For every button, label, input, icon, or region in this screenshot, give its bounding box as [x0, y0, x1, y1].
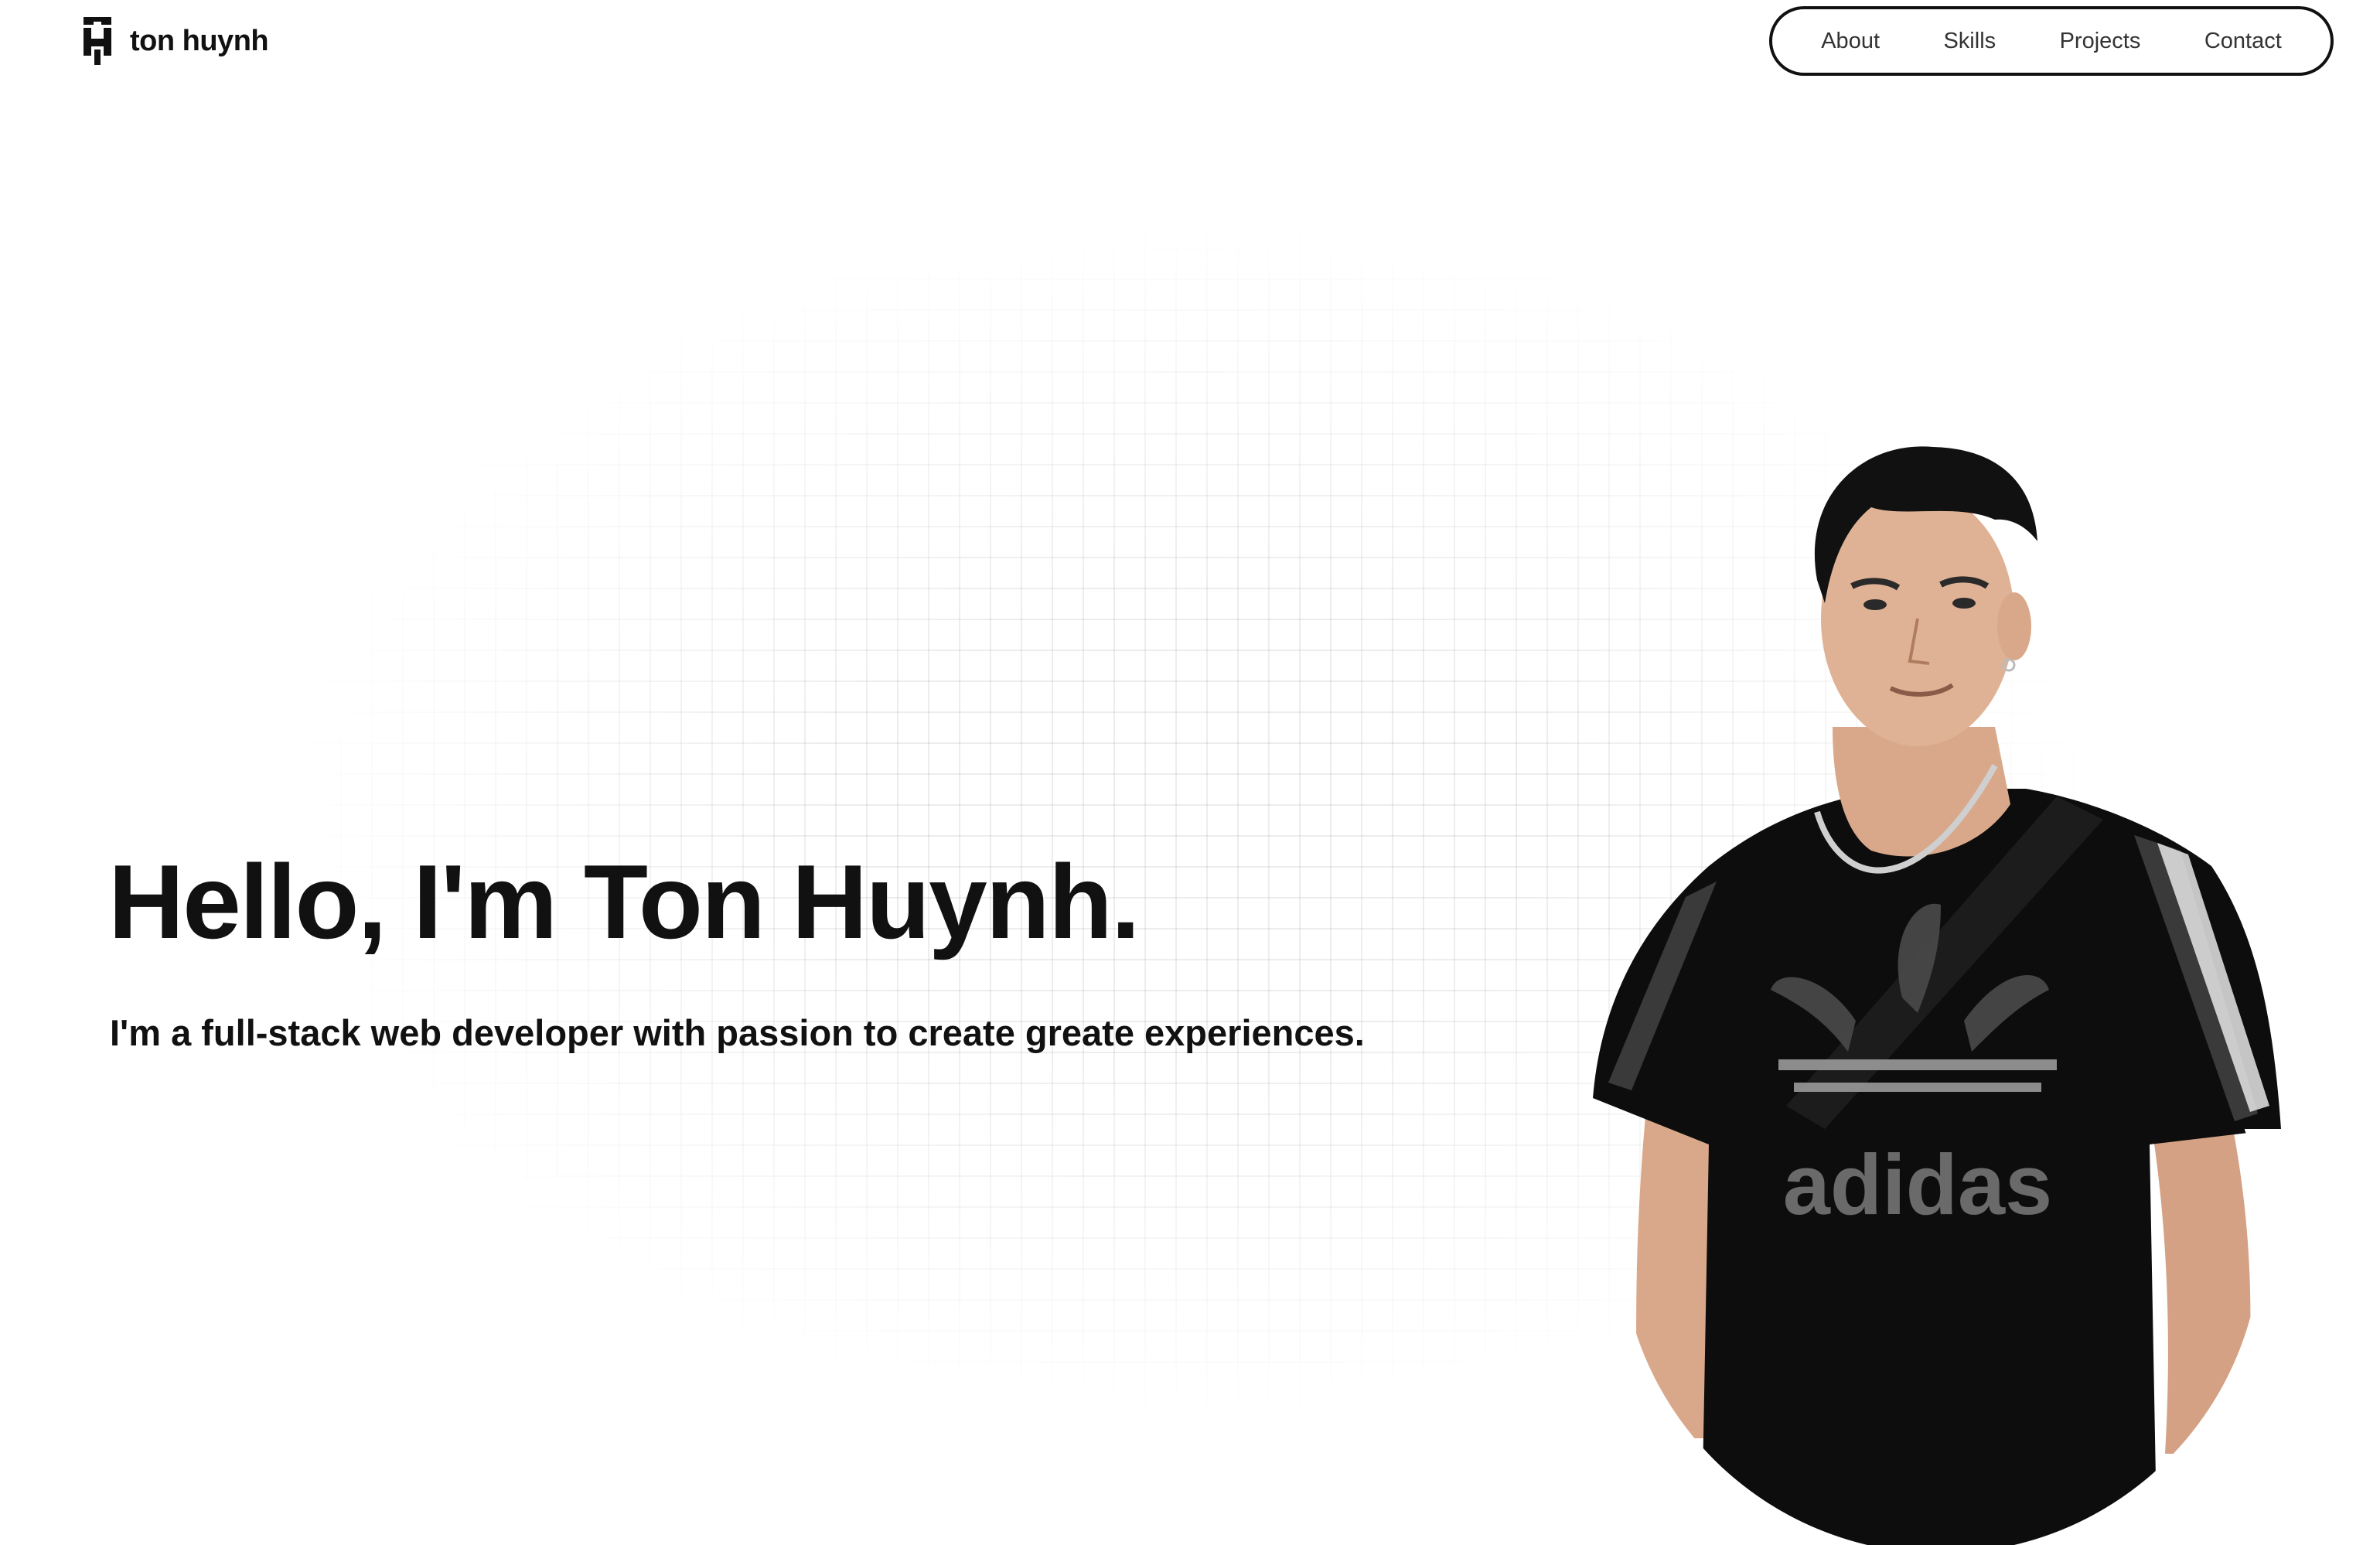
brand[interactable]: ton huynh	[80, 14, 269, 68]
main-nav: About Skills Projects Contact	[1769, 6, 2334, 76]
portrait-image: adidas	[1593, 433, 2289, 1545]
shirt-brand-text: adidas	[1783, 1137, 2052, 1233]
hero-subtitle: I'm a full-stack web developer with pass…	[110, 1012, 1365, 1053]
site-header: ton huynh About Skills Projects Contact	[0, 0, 2380, 85]
nav-item-about[interactable]: About	[1810, 21, 1891, 62]
nav-item-skills[interactable]: Skills	[1932, 21, 2007, 62]
hero-title: Hello, I'm Ton Huynh.	[108, 843, 1141, 960]
nav-item-contact[interactable]: Contact	[2194, 21, 2293, 62]
brand-name: ton huynh	[130, 24, 269, 57]
nav-item-projects[interactable]: Projects	[2049, 21, 2152, 62]
th-monogram-icon	[84, 17, 111, 65]
